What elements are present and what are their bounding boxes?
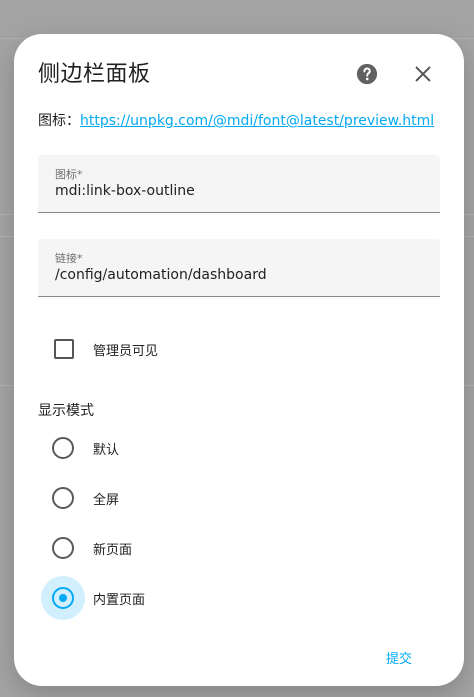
radio-label: 新页面 <box>93 543 133 558</box>
url-field-label: 链接* <box>55 252 83 265</box>
dialog-title: 侧边栏面板 <box>38 62 151 87</box>
submit-button[interactable]: 提交 <box>386 648 412 667</box>
radio-selected-dot <box>59 594 67 602</box>
admin-only-checkbox-row[interactable]: 管理员可见 <box>38 322 338 374</box>
radio-label: 全屏 <box>93 493 120 508</box>
radio-label: 默认 <box>93 443 120 458</box>
sidebar-panel-dialog: 侧边栏面板 图标：https://unpkg.com/@mdi/font@lat… <box>14 34 464 686</box>
radio-option-new-tab[interactable]: 新页面 <box>38 526 338 570</box>
radio-button[interactable] <box>52 437 74 459</box>
help-circle-icon[interactable] <box>356 63 378 85</box>
icon-reference-label: 图标： <box>38 113 80 129</box>
url-field[interactable]: 链接* /config/automation/dashboard <box>38 239 440 297</box>
radio-option-fullscreen[interactable]: 全屏 <box>38 476 338 520</box>
radio-option-default[interactable]: 默认 <box>38 426 338 470</box>
radio-button-selected[interactable] <box>52 587 74 609</box>
icon-field-label: 图标* <box>55 168 83 181</box>
mdi-preview-link[interactable]: https://unpkg.com/@mdi/font@latest/previ… <box>80 113 434 129</box>
icon-reference: 图标：https://unpkg.com/@mdi/font@latest/pr… <box>38 110 434 130</box>
url-field-value[interactable]: /config/automation/dashboard <box>55 267 267 283</box>
icon-field[interactable]: 图标* mdi:link-box-outline <box>38 155 440 213</box>
radio-label: 内置页面 <box>93 593 146 608</box>
radio-button[interactable] <box>52 487 74 509</box>
admin-only-checkbox[interactable] <box>54 339 74 359</box>
display-mode-title: 显示模式 <box>38 403 94 419</box>
radio-option-embedded[interactable]: 内置页面 <box>38 576 338 620</box>
icon-field-value[interactable]: mdi:link-box-outline <box>55 183 195 199</box>
radio-button[interactable] <box>52 537 74 559</box>
close-icon[interactable] <box>412 63 434 85</box>
admin-only-label: 管理员可见 <box>93 344 159 359</box>
